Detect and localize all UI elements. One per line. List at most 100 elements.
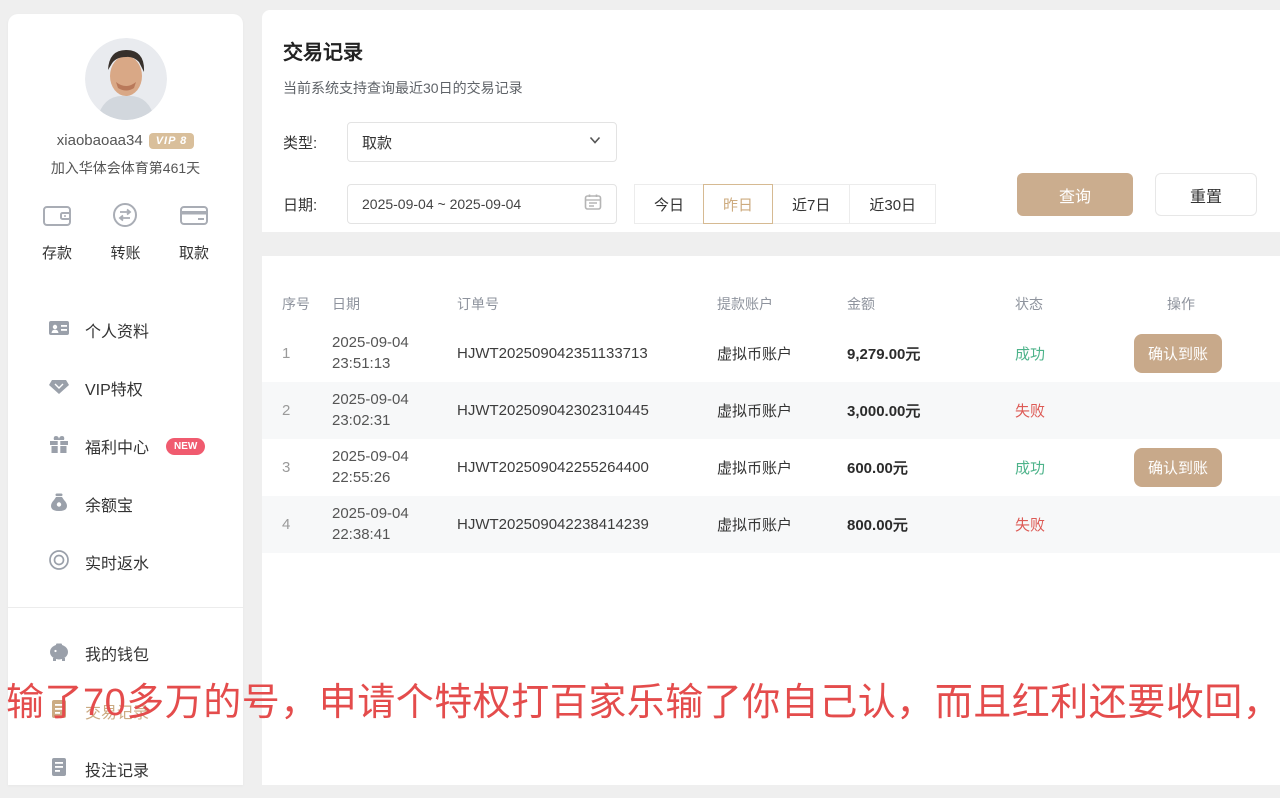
col-account: 提款账户 (717, 294, 847, 314)
sidebar-item-label: 福利中心 (85, 434, 149, 458)
sidebar-divider (8, 607, 243, 608)
cell-amount: 3,000.00元 (847, 400, 1015, 421)
cell-date: 2025-09-04 22:55:26 (332, 447, 457, 488)
date-range-value: 2025-09-04 ~ 2025-09-04 (362, 196, 584, 212)
bank-card-icon (179, 202, 209, 233)
deposit-button[interactable]: 存款 (42, 202, 72, 263)
user-row: xiaobaoaa34 VIP 8 (8, 132, 243, 149)
col-action: 操作 (1132, 294, 1280, 314)
transfer-label: 转账 (110, 242, 140, 263)
piggy-bank-icon (48, 640, 70, 667)
cell-account: 虚拟币账户 (717, 457, 847, 478)
cell-date-day: 2025-09-04 (332, 390, 457, 410)
sidebar-item-label: 实时返水 (85, 550, 149, 574)
withdraw-label: 取款 (179, 242, 209, 263)
sidebar-item-yuebao[interactable]: 余额宝 (8, 475, 243, 533)
chevron-down-icon (588, 133, 602, 152)
cell-date-time: 23:51:13 (332, 354, 457, 374)
sidebar-item-label: VIP特权 (85, 376, 143, 400)
cell-date: 2025-09-04 23:02:31 (332, 390, 457, 431)
cell-date-day: 2025-09-04 (332, 333, 457, 353)
transfer-button[interactable]: 转账 (110, 202, 140, 263)
col-amount: 金额 (847, 294, 1015, 314)
cell-account: 虚拟币账户 (717, 343, 847, 364)
cell-date-time: 22:38:41 (332, 525, 457, 545)
cell-amount: 800.00元 (847, 514, 1015, 535)
status-badge: 失败 (1015, 514, 1132, 535)
table-row: 4 2025-09-04 22:38:41 HJWT20250904223841… (262, 496, 1280, 553)
sidebar-item-wallet[interactable]: 我的钱包 (8, 624, 243, 682)
date-filter-row: 日期: 2025-09-04 ~ 2025-09-04 今日 昨日 近7日 近3… (283, 184, 936, 224)
diamond-icon (48, 375, 70, 402)
range-30days-button[interactable]: 近30日 (849, 184, 936, 224)
document-icon (48, 756, 70, 783)
status-badge: 成功 (1015, 457, 1132, 478)
sidebar-item-transactions[interactable]: 交易记录 (8, 682, 243, 740)
cell-order: HJWT202509042238414239 (457, 516, 717, 533)
join-days-text: 加入华体会体育第461天 (8, 158, 243, 178)
col-seq: 序号 (262, 294, 332, 314)
cell-seq: 4 (262, 516, 332, 533)
confirm-receipt-button[interactable]: 确认到账 (1134, 334, 1222, 373)
page-subtitle: 当前系统支持查询最近30日的交易记录 (262, 65, 1280, 98)
wallet-icon (42, 202, 72, 233)
filter-actions: 查询 重置 (1017, 173, 1257, 216)
status-badge: 成功 (1015, 343, 1132, 364)
sidebar-item-label: 交易记录 (85, 699, 149, 723)
range-yesterday-button[interactable]: 昨日 (703, 184, 773, 224)
transactions-table: 序号 日期 订单号 提款账户 金额 状态 操作 1 2025-09-04 23:… (262, 283, 1280, 553)
money-bag-icon (48, 491, 70, 518)
type-label: 类型: (283, 132, 327, 153)
vip-badge: VIP 8 (149, 133, 195, 149)
date-label: 日期: (283, 194, 327, 215)
gift-icon (48, 433, 70, 460)
type-filter-row: 类型: 取款 (283, 122, 617, 162)
table-header-row: 序号 日期 订单号 提款账户 金额 状态 操作 (262, 283, 1280, 325)
cell-seq: 3 (262, 459, 332, 476)
cell-date: 2025-09-04 23:51:13 (332, 333, 457, 374)
sidebar-menu: 个人资料 VIP特权 福利中心 NEW 余额宝 实时返水 (8, 301, 243, 798)
cell-order: HJWT202509042351133713 (457, 345, 717, 362)
cell-amount: 9,279.00元 (847, 343, 1015, 364)
sidebar-item-bets[interactable]: 投注记录 (8, 740, 243, 798)
range-7days-button[interactable]: 近7日 (772, 184, 850, 224)
cell-date-time: 22:55:26 (332, 468, 457, 488)
query-button[interactable]: 查询 (1017, 173, 1133, 216)
cell-date-time: 23:02:31 (332, 411, 457, 431)
document-icon (48, 698, 70, 725)
sidebar-item-profile[interactable]: 个人资料 (8, 301, 243, 359)
user-avatar (85, 38, 167, 120)
sidebar: xiaobaoaa34 VIP 8 加入华体会体育第461天 存款 转账 取款 (8, 14, 243, 785)
confirm-receipt-button[interactable]: 确认到账 (1134, 448, 1222, 487)
page-title: 交易记录 (262, 10, 1280, 65)
sidebar-item-welfare[interactable]: 福利中心 NEW (8, 417, 243, 475)
status-badge: 失败 (1015, 400, 1132, 421)
cell-date-day: 2025-09-04 (332, 447, 457, 467)
range-today-button[interactable]: 今日 (634, 184, 704, 224)
cell-order: HJWT202509042255264400 (457, 459, 717, 476)
cell-seq: 2 (262, 402, 332, 419)
col-order: 订单号 (457, 294, 717, 314)
cell-date-day: 2025-09-04 (332, 504, 457, 524)
transfer-icon (110, 202, 140, 233)
sidebar-item-rebate[interactable]: 实时返水 (8, 533, 243, 591)
sidebar-item-label: 个人资料 (85, 318, 149, 342)
new-badge: NEW (166, 438, 205, 455)
sidebar-item-label: 投注记录 (85, 757, 149, 781)
cell-date: 2025-09-04 22:38:41 (332, 504, 457, 545)
withdraw-button[interactable]: 取款 (179, 202, 209, 263)
filters-card: 交易记录 当前系统支持查询最近30日的交易记录 类型: 取款 日期: 2025-… (262, 10, 1280, 232)
username: xiaobaoaa34 (57, 132, 143, 149)
col-date: 日期 (332, 294, 457, 314)
quick-actions: 存款 转账 取款 (8, 178, 243, 263)
table-row: 2 2025-09-04 23:02:31 HJWT20250904230231… (262, 382, 1280, 439)
deposit-label: 存款 (42, 242, 72, 263)
date-range-input[interactable]: 2025-09-04 ~ 2025-09-04 (347, 184, 617, 224)
records-card: 序号 日期 订单号 提款账户 金额 状态 操作 1 2025-09-04 23:… (262, 256, 1280, 785)
sidebar-item-vip[interactable]: VIP特权 (8, 359, 243, 417)
type-select[interactable]: 取款 (347, 122, 617, 162)
cell-seq: 1 (262, 345, 332, 362)
type-select-value: 取款 (362, 132, 588, 153)
reset-button[interactable]: 重置 (1155, 173, 1257, 216)
table-row: 3 2025-09-04 22:55:26 HJWT20250904225526… (262, 439, 1280, 496)
